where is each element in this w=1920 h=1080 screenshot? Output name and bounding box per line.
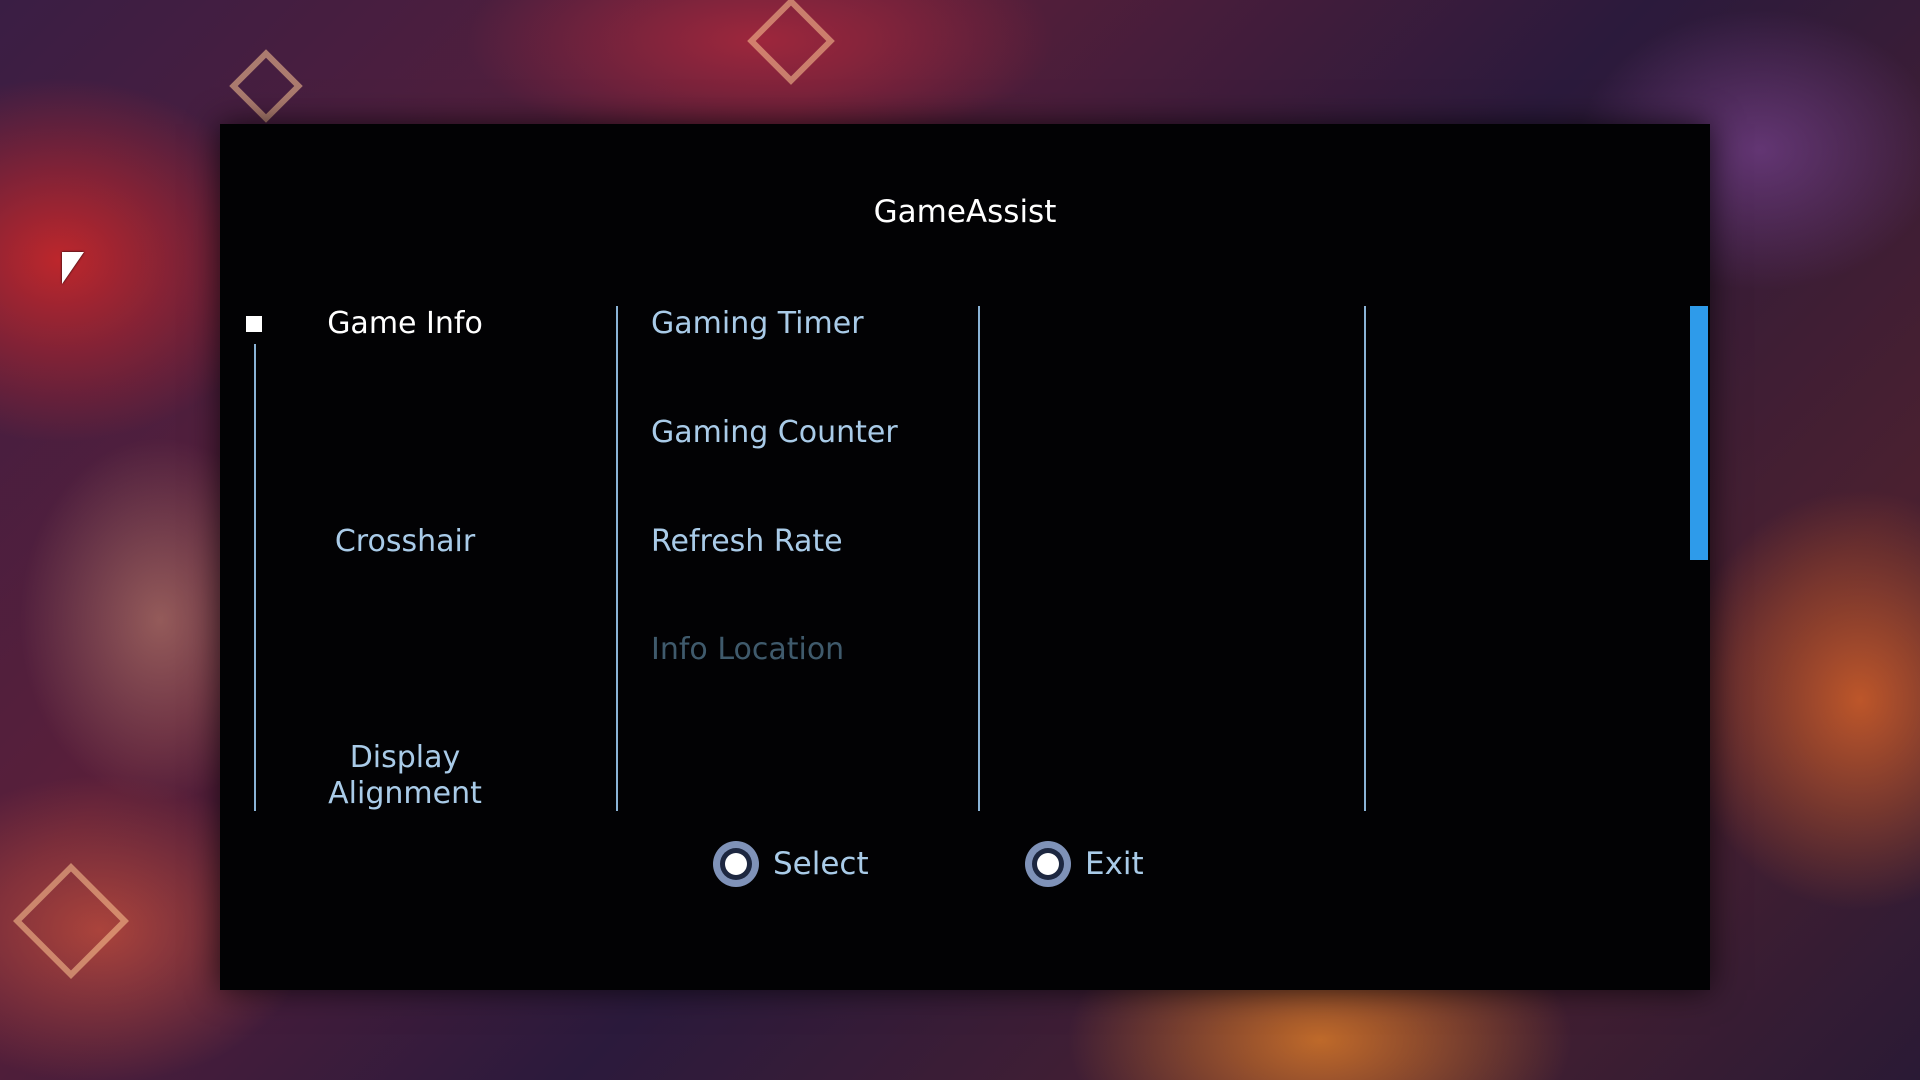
background-rune-decoration — [13, 863, 129, 979]
select-button[interactable]: Select — [713, 840, 869, 888]
monitor-screen: GameAssist Game Info Crosshair Display A… — [0, 0, 1920, 1080]
background-rune-decoration — [229, 49, 303, 123]
joystick-press-icon — [713, 841, 759, 887]
column-divider-2 — [978, 306, 980, 811]
submenu-item-info-location: Info Location — [651, 632, 845, 667]
submenu-item-gaming-timer[interactable]: Gaming Timer — [651, 306, 864, 341]
column-divider-3 — [1364, 306, 1366, 811]
joystick-icon — [1025, 841, 1071, 887]
mouse-cursor-icon — [62, 252, 84, 284]
column-divider-1 — [616, 306, 618, 811]
nav-item-game-info[interactable]: Game Info — [290, 306, 520, 342]
submenu-item-gaming-counter[interactable]: Gaming Counter — [651, 415, 898, 450]
osd-title: GameAssist — [873, 194, 1057, 230]
exit-button[interactable]: Exit — [1025, 840, 1144, 888]
nav-selection-marker-icon — [246, 316, 262, 332]
background-rune-decoration — [747, 0, 835, 85]
osd-menu-panel: GameAssist Game Info Crosshair Display A… — [220, 124, 1710, 990]
nav-divider-left — [254, 344, 256, 811]
select-label: Select — [773, 846, 869, 882]
exit-label: Exit — [1085, 846, 1144, 882]
nav-item-display-alignment[interactable]: Display Alignment — [290, 740, 520, 812]
submenu-item-refresh-rate[interactable]: Refresh Rate — [651, 524, 843, 559]
nav-item-crosshair[interactable]: Crosshair — [290, 524, 520, 560]
scrollbar-thumb[interactable] — [1690, 306, 1708, 560]
